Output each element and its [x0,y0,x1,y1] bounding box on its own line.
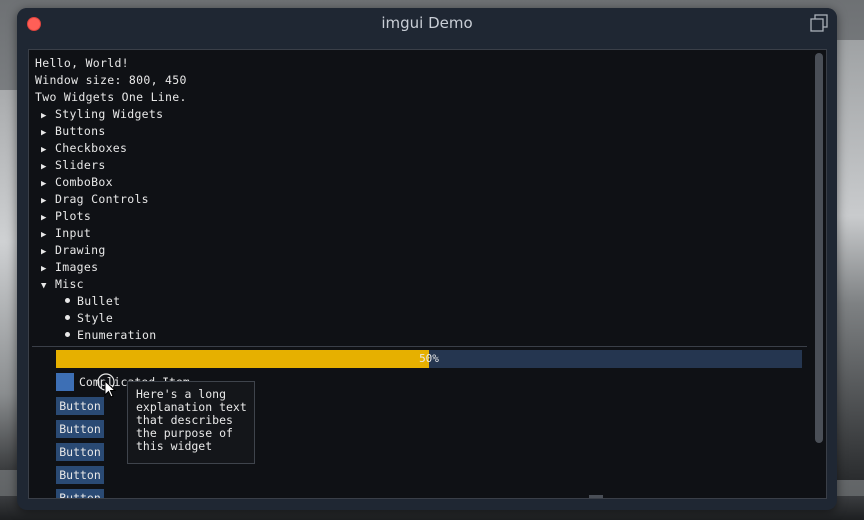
scrollbar-thumb[interactable] [815,53,823,443]
button-5[interactable]: Button [56,489,104,498]
bullet-item-style: Style [77,311,114,325]
button-1[interactable]: Button [56,397,104,415]
tree-node-checkboxes[interactable]: ▶ Checkboxes [41,140,127,157]
tooltip-text: Here's a long explanation text that desc… [136,387,247,453]
tree-node-drawing[interactable]: ▶ Drawing [41,242,106,259]
button-4[interactable]: Button [56,466,104,484]
bullet-item-bullet: Bullet [77,294,121,308]
tree-node-misc[interactable]: ▼ Misc [41,276,84,293]
app-window: imgui Demo Hello, World! Window size: 80… [17,8,837,510]
progress-bar-label: 50% [419,352,439,365]
expanded-arrow-icon: ▼ [41,281,47,291]
button-2[interactable]: Button [56,420,104,438]
separator [32,346,807,347]
progress-bar: 50% [56,350,802,368]
tree-node-sliders[interactable]: ▶ Sliders [41,157,106,174]
tree-node-images[interactable]: ▶ Images [41,259,98,276]
tree-node-label: Styling Widgets [55,107,164,121]
tree-node-drag-controls[interactable]: ▶ Drag Controls [41,191,149,208]
tree-node-label: Sliders [55,158,106,172]
restore-icon[interactable] [810,14,828,32]
color-square[interactable] [56,373,74,391]
resize-grip[interactable] [589,495,603,498]
title-bar: imgui Demo [17,8,837,39]
two-widgets-text: Two Widgets One Line. [35,90,187,104]
tree-node-label: Images [55,260,99,274]
bullet-icon [65,315,70,320]
tree-node-plots[interactable]: ▶ Plots [41,208,91,225]
tree-node-label: Checkboxes [55,141,128,155]
bullet-item-enumeration: Enumeration [77,328,157,342]
demo-panel: Hello, World! Window size: 800, 450 Two … [28,49,827,499]
vertical-scrollbar[interactable] [812,50,826,498]
tree-node-label: Drawing [55,243,106,257]
close-button[interactable] [27,17,41,31]
tree-node-label: Plots [55,209,92,223]
window-size-text: Window size: 800, 450 [35,73,187,87]
bullet-icon [65,298,70,303]
tooltip: Here's a long explanation text that desc… [127,381,255,464]
bullet-icon [65,332,70,337]
tree-node-label: ComboBox [55,175,113,189]
button-3[interactable]: Button [56,443,104,461]
tree-node-styling-widgets[interactable]: ▶ Styling Widgets [41,106,163,123]
tree-node-label: Misc [55,277,84,291]
window-title: imgui Demo [381,14,473,32]
background-right [834,40,864,480]
tree-node-label: Drag Controls [55,192,149,206]
hello-text: Hello, World! [35,56,129,70]
tree-node-label: Input [55,226,92,240]
tree-node-combobox[interactable]: ▶ ComboBox [41,174,113,191]
background-left [0,90,18,470]
tree-node-buttons[interactable]: ▶ Buttons [41,123,106,140]
tree-node-label: Buttons [55,124,106,138]
tree-node-input[interactable]: ▶ Input [41,225,91,242]
mouse-cursor-icon [97,373,121,399]
